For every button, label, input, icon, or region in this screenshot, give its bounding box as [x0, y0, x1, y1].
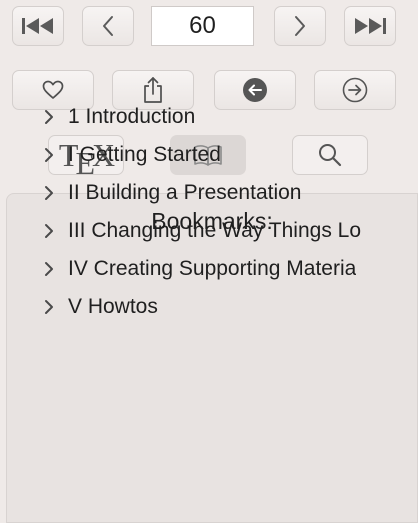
bookmark-label: I Getting Started	[68, 143, 221, 166]
bookmark-label: 1 Introduction	[68, 105, 196, 128]
page-number-field[interactable]: 60	[151, 6, 254, 46]
skip-to-start-icon	[22, 18, 53, 34]
bookmarks-list: 1 Introduction I Getting Started II Buil…	[44, 98, 392, 326]
chevron-right-icon	[295, 16, 305, 36]
bookmark-item[interactable]: 1 Introduction	[44, 98, 392, 136]
disclosure-chevron-icon[interactable]	[44, 299, 56, 315]
bookmark-item[interactable]: I Getting Started	[44, 136, 392, 174]
first-page-button[interactable]	[12, 6, 64, 46]
disclosure-chevron-icon[interactable]	[44, 109, 56, 125]
disclosure-chevron-icon[interactable]	[44, 223, 56, 239]
bookmark-label: III Changing the Way Things Lo	[68, 219, 362, 242]
disclosure-chevron-icon[interactable]	[44, 185, 56, 201]
chevron-left-icon	[103, 16, 113, 36]
bookmark-item[interactable]: III Changing the Way Things Lo	[44, 212, 392, 250]
heart-icon	[42, 80, 64, 99]
skip-to-end-icon	[355, 18, 386, 34]
bookmark-item[interactable]: IV Creating Supporting Materia	[44, 250, 392, 288]
next-page-button[interactable]	[274, 6, 326, 46]
bookmark-label: V Howtos	[68, 295, 158, 318]
bookmark-label: IV Creating Supporting Materia	[68, 257, 357, 280]
previous-page-button[interactable]	[82, 6, 134, 46]
disclosure-chevron-icon[interactable]	[44, 147, 56, 163]
last-page-button[interactable]	[344, 6, 396, 46]
bookmark-label: II Building a Presentation	[68, 181, 302, 204]
bookmark-item[interactable]: V Howtos	[44, 288, 392, 326]
bookmark-item[interactable]: II Building a Presentation	[44, 174, 392, 212]
disclosure-chevron-icon[interactable]	[44, 261, 56, 277]
